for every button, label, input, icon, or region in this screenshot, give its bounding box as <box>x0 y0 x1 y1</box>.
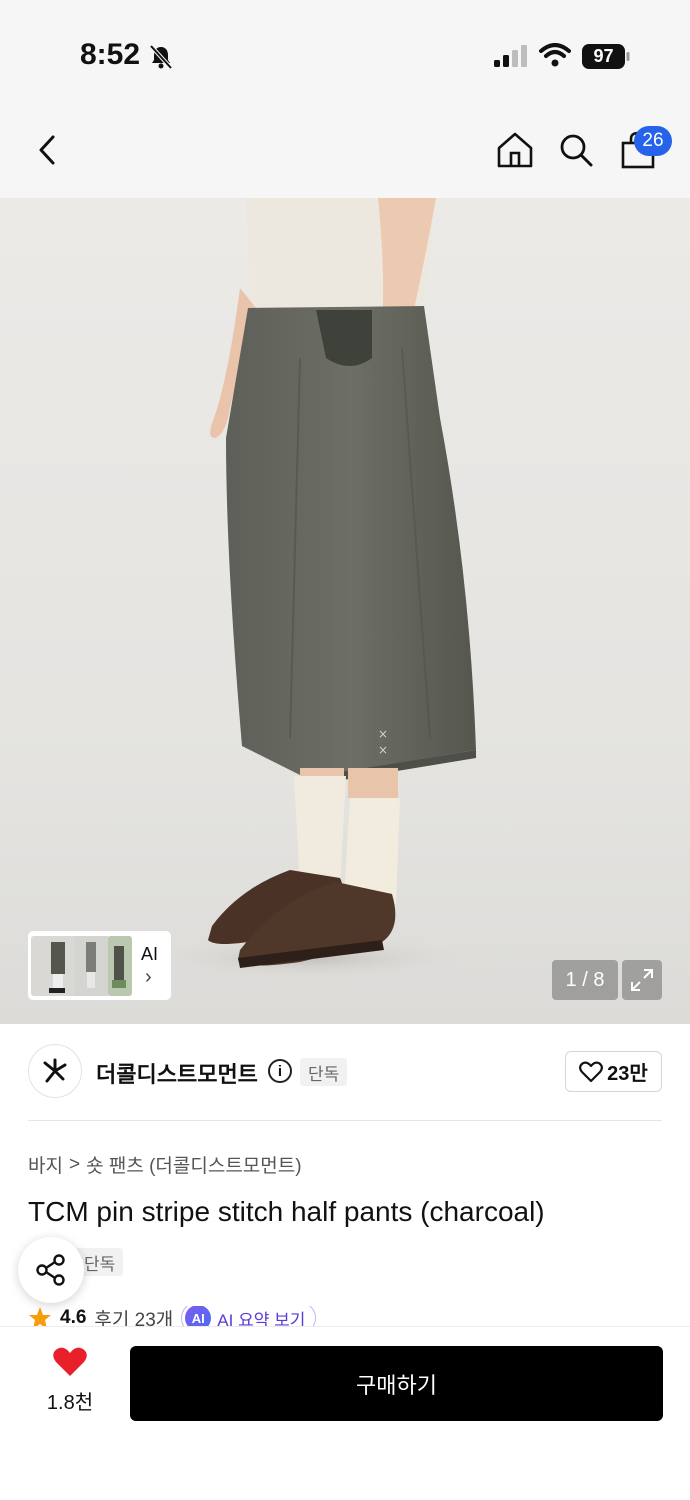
divider <box>28 1120 662 1121</box>
image-page-indicator: 1 / 8 <box>552 960 618 1000</box>
svg-text:×: × <box>378 743 388 757</box>
review-count-link[interactable]: 후기 23개 <box>94 1306 173 1327</box>
rating-row: 4.6 후기 23개 AI AI 요약 보기 <box>28 1306 668 1326</box>
thumbnail-image[interactable] <box>108 936 132 996</box>
cellular-signal-icon <box>494 45 528 72</box>
brand-logo[interactable] <box>28 1044 82 1098</box>
share-button[interactable] <box>18 1237 84 1303</box>
rating-value: 4.6 <box>60 1307 87 1326</box>
top-nav-bar <box>0 100 690 200</box>
info-icon[interactable]: i <box>268 1059 292 1083</box>
breadcrumb-subcategory[interactable]: 숏 팬츠 (더콜디스트모먼트) <box>86 1151 302 1178</box>
wishlist-count: 1.8천 <box>46 1392 94 1414</box>
brand-like-count: 23만 <box>607 1063 648 1085</box>
product-title: TCM pin stripe stitch half pants (charco… <box>28 1196 545 1227</box>
wifi-icon <box>539 43 571 72</box>
exclusive-tag: 단독 <box>300 1058 348 1086</box>
share-icon <box>36 1254 65 1286</box>
home-icon <box>497 132 533 168</box>
thumbnail-image[interactable] <box>74 936 110 996</box>
wishlist-button[interactable]: 1.8천 <box>28 1346 112 1418</box>
breadcrumb-category[interactable]: 바지 <box>28 1151 63 1178</box>
brand-logo-icon <box>43 1058 67 1083</box>
battery-level: 97 <box>593 46 614 66</box>
home-button[interactable] <box>489 124 541 176</box>
svg-text:×: × <box>378 727 388 741</box>
heart-outline-icon <box>579 1061 604 1082</box>
expand-icon <box>631 969 653 991</box>
ai-summary-label: AI 요약 보기 <box>217 1310 306 1327</box>
breadcrumb-separator: > <box>68 1153 81 1175</box>
back-button[interactable] <box>22 124 74 176</box>
ai-summary-button[interactable]: AI AI 요약 보기 <box>181 1306 317 1327</box>
brand-name[interactable]: 더콜디스트모먼트 <box>96 1057 258 1089</box>
model-photo-illustration: × × <box>150 198 476 980</box>
buy-button[interactable]: 구매하기 <box>130 1346 663 1421</box>
brand-like-button[interactable]: 23만 <box>565 1051 662 1092</box>
back-chevron-icon <box>39 135 55 165</box>
bell-off-icon <box>148 44 174 75</box>
expand-image-button[interactable] <box>622 960 662 1000</box>
product-main-image[interactable]: × × <box>0 198 690 1024</box>
breadcrumb: 바지 > 숏 팬츠 (더콜디스트모먼트) <box>28 1151 302 1178</box>
heart-filled-icon <box>53 1347 87 1376</box>
status-bar: 8:52 97 <box>0 0 690 100</box>
search-button[interactable] <box>550 124 602 176</box>
chevron-right-icon: › <box>145 966 152 988</box>
star-icon <box>29 1307 51 1326</box>
cart-count-badge: 26 <box>634 126 672 156</box>
ai-summary-badge: AI <box>185 1306 212 1326</box>
ai-thumbnail-label[interactable]: AI <box>141 944 158 965</box>
search-icon <box>560 134 593 167</box>
status-time: 8:52 <box>80 38 141 71</box>
